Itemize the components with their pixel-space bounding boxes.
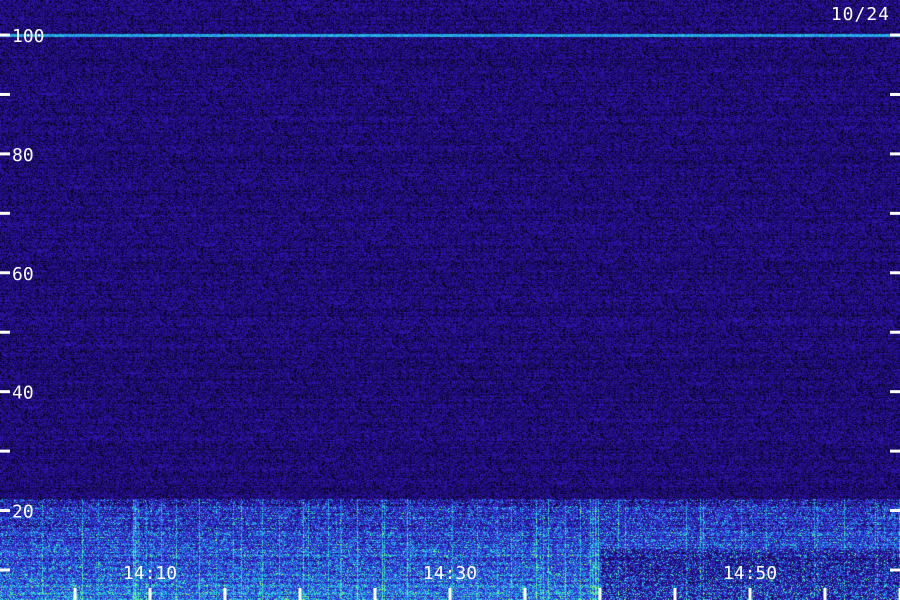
spectrogram-chart: 100 80 60 40 20 14:10 14:30 14:50 10/24: [0, 0, 900, 600]
x-tick-label: 14:10: [123, 563, 177, 584]
date-label: 10/24: [830, 4, 890, 25]
chart-axes-overlay: 100 80 60 40 20 14:10 14:30 14:50: [0, 26, 900, 600]
x-tick-label: 14:30: [423, 563, 477, 584]
x-tick-label: 14:50: [723, 563, 777, 584]
y-tick-label: 40: [12, 383, 34, 404]
y-tick-label: 100: [12, 26, 45, 47]
y-tick-label: 80: [12, 145, 34, 166]
y-tick-label: 20: [12, 502, 34, 523]
y-tick-label: 60: [12, 264, 34, 285]
